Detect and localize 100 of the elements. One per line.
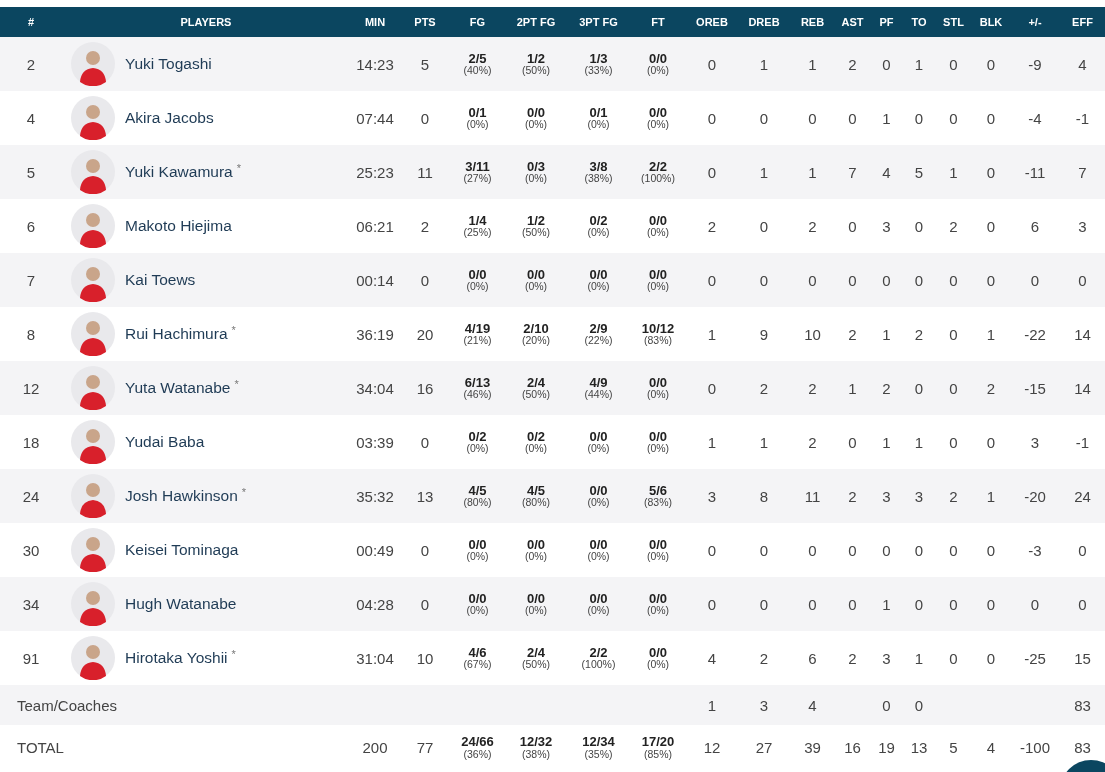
stat-value: 0 xyxy=(420,433,430,451)
player-avatar xyxy=(71,582,115,626)
stat-value: 6 xyxy=(808,649,817,667)
stat-value: 16 xyxy=(844,739,861,756)
jersey-number: 24 xyxy=(22,487,40,505)
player-avatar xyxy=(71,258,115,302)
column-header: 2PT FG xyxy=(505,7,567,37)
starter-mark: * xyxy=(234,378,239,390)
stat-value: 83 xyxy=(1074,739,1091,756)
player-avatar xyxy=(71,204,115,248)
player-name[interactable]: Hugh Watanabe xyxy=(125,595,237,613)
shot-percentage: (20%) xyxy=(522,335,550,347)
stat-value: 0 xyxy=(1030,271,1040,289)
player-avatar xyxy=(71,312,115,356)
player-name[interactable]: Yuta Watanabe xyxy=(125,379,231,397)
stat-value: 1 xyxy=(914,433,924,451)
shot-percentage: (36%) xyxy=(463,748,492,760)
shot-percentage: (38%) xyxy=(522,748,550,760)
stat-value: 0 xyxy=(808,271,817,289)
starter-mark: * xyxy=(241,486,247,498)
column-header: 3PT FG xyxy=(567,7,630,37)
player-name[interactable]: Akira Jacobs xyxy=(125,109,214,127)
player-name[interactable]: Yuki Kawamura xyxy=(125,163,233,181)
stat-value: 2 xyxy=(707,217,717,235)
shots-made: 0/2 xyxy=(589,213,608,228)
stat-value: 0 xyxy=(707,541,717,559)
stat-value: 31:04 xyxy=(356,649,394,667)
shots-made: 17/20 xyxy=(641,735,675,749)
shot-percentage: (0%) xyxy=(587,281,610,293)
shots-made: 4/5 xyxy=(468,483,487,498)
stat-value: -1 xyxy=(1075,109,1090,127)
stat-value: 0 xyxy=(759,595,769,613)
player-name[interactable]: Josh Hawkinson xyxy=(125,487,238,505)
stat-value: 36:19 xyxy=(356,325,394,343)
shots-made: 0/0 xyxy=(589,429,608,444)
jersey-number: 12 xyxy=(22,379,40,397)
shot-percentage: (0%) xyxy=(466,443,489,455)
shot-percentage: (0%) xyxy=(646,227,670,239)
stat-value: 0 xyxy=(759,541,769,559)
stat-value: 13 xyxy=(910,739,928,756)
stat-value: 0 xyxy=(949,109,958,127)
shots-made: 0/0 xyxy=(648,105,668,120)
stat-value: 3 xyxy=(1078,217,1087,235)
column-header: STL xyxy=(935,7,972,37)
shots-made: 0/0 xyxy=(648,591,668,606)
shot-percentage: (0%) xyxy=(646,443,670,455)
stat-value: 3 xyxy=(707,487,717,505)
stat-value: -20 xyxy=(1024,487,1046,505)
shot-percentage: (0%) xyxy=(646,605,670,617)
stat-value: 1 xyxy=(707,325,717,343)
player-name[interactable]: Hirotaka Yoshii xyxy=(125,649,228,667)
stat-value: 0 xyxy=(848,217,857,235)
shot-percentage: (35%) xyxy=(584,748,613,760)
shot-percentage: (0%) xyxy=(646,389,670,401)
shots-made: 0/0 xyxy=(648,429,668,444)
shot-percentage: (0%) xyxy=(466,281,489,293)
stat-value: 77 xyxy=(416,739,434,756)
column-header: FT xyxy=(630,7,686,37)
shot-percentage: (0%) xyxy=(587,119,610,131)
stat-value: 0 xyxy=(1078,541,1087,559)
stat-value: 0 xyxy=(914,109,924,127)
stat-value: 2 xyxy=(759,649,769,667)
stat-value: 10 xyxy=(416,649,434,667)
player-name[interactable]: Makoto Hiejima xyxy=(125,217,232,235)
stat-value: 0 xyxy=(1078,271,1087,289)
stat-value: 0 xyxy=(848,433,857,451)
stat-value: 0 xyxy=(986,271,996,289)
player-name[interactable]: Yudai Baba xyxy=(125,433,205,451)
stat-value: 0 xyxy=(986,541,996,559)
stat-value: 0 xyxy=(914,271,924,289)
shots-made: 1/3 xyxy=(589,51,608,66)
shot-percentage: (100%) xyxy=(581,659,616,671)
stat-value: 2 xyxy=(949,217,958,235)
stat-value: 0 xyxy=(707,55,717,73)
player-name[interactable]: Kai Toews xyxy=(125,271,196,289)
stat-value: 0 xyxy=(707,109,717,127)
starter-mark: * xyxy=(231,324,236,336)
stat-value: 0 xyxy=(420,541,430,559)
stat-value: 1 xyxy=(707,433,717,451)
stat-value: 0 xyxy=(949,433,958,451)
shot-percentage: (0%) xyxy=(466,551,489,563)
shots-made: 3/8 xyxy=(589,159,608,174)
shots-made: 12/34 xyxy=(582,735,615,749)
stat-value: 6 xyxy=(1030,217,1040,235)
player-name[interactable]: Keisei Tominaga xyxy=(125,541,239,559)
shot-percentage: (0%) xyxy=(524,605,548,617)
shot-percentage: (0%) xyxy=(646,119,670,131)
player-name[interactable]: Rui Hachimura xyxy=(125,325,228,343)
stat-value: 03:39 xyxy=(356,433,394,451)
shots-made: 0/0 xyxy=(526,537,546,552)
stat-value: 3 xyxy=(914,487,924,505)
jersey-number: 7 xyxy=(26,271,36,289)
stat-value: 2 xyxy=(882,379,891,397)
shots-made: 1/2 xyxy=(526,51,546,66)
shot-percentage: (50%) xyxy=(522,659,550,671)
shots-made: 0/0 xyxy=(468,591,487,606)
column-header: MIN xyxy=(350,7,400,37)
shots-made: 0/0 xyxy=(589,591,608,606)
player-name[interactable]: Yuki Togashi xyxy=(125,55,212,73)
stat-value: 9 xyxy=(759,325,769,343)
